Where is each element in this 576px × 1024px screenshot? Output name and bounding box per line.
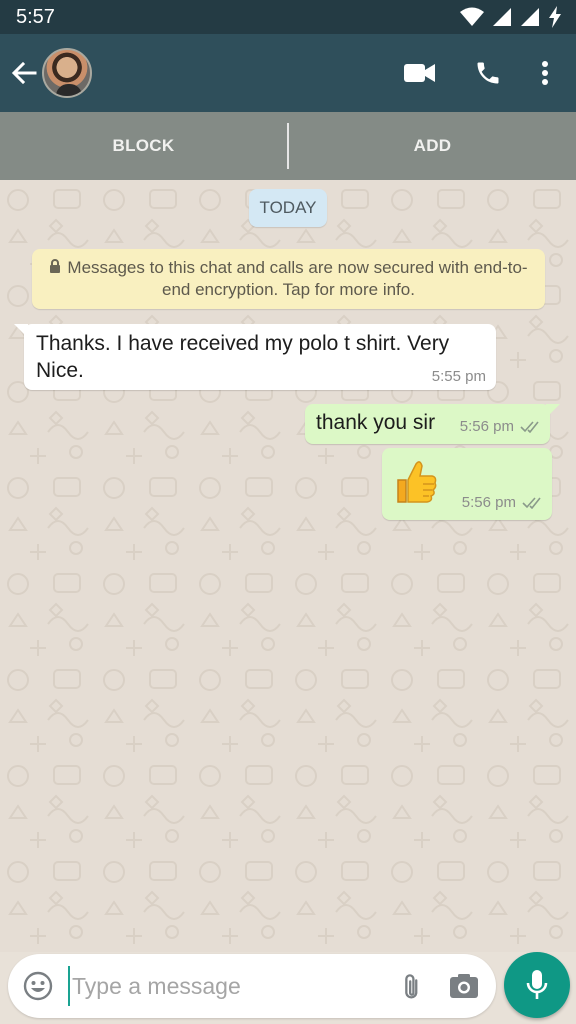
- lock-icon: [50, 259, 61, 273]
- message-outgoing[interactable]: 5:56 pm: [382, 448, 552, 520]
- attachment-icon: [405, 974, 418, 999]
- video-call-button[interactable]: [386, 34, 454, 112]
- thumbs-up-emoji: [392, 458, 438, 511]
- battery-charging-icon: [549, 6, 561, 28]
- back-button[interactable]: [4, 34, 44, 112]
- header-actions: [386, 34, 576, 112]
- contact-avatar[interactable]: [42, 48, 92, 98]
- emoji-button[interactable]: [8, 954, 68, 1018]
- message-meta: 5:56 pm: [462, 494, 542, 511]
- message-input-box: [8, 954, 496, 1018]
- signal-icon: [493, 8, 511, 26]
- message-text: thank you sir: [316, 411, 436, 434]
- status-icons: [460, 6, 562, 28]
- unknown-contact-bar: BLOCK ADD: [0, 112, 576, 180]
- date-chip: TODAY: [249, 189, 327, 227]
- message-time: 5:56 pm: [461, 494, 516, 511]
- chat-header: [0, 34, 576, 112]
- thumbs-up-icon: [397, 461, 437, 503]
- encryption-text: Messages to this chat and calls are now …: [67, 258, 528, 299]
- arrow-back-icon: [11, 61, 37, 85]
- microphone-icon: [526, 970, 548, 999]
- double-check-icon: [522, 496, 541, 509]
- add-contact-button[interactable]: ADD: [289, 112, 576, 180]
- message-time: 5:55 pm: [431, 368, 486, 385]
- bubble-tail: [546, 404, 560, 418]
- status-time: 5:57: [16, 5, 55, 28]
- video-call-icon: [404, 64, 435, 82]
- attach-button[interactable]: [386, 954, 438, 1018]
- status-bar: 5:57: [0, 0, 576, 34]
- bubble-tail: [14, 324, 28, 338]
- encryption-notice[interactable]: Messages to this chat and calls are now …: [32, 249, 545, 309]
- camera-button[interactable]: [438, 954, 490, 1018]
- block-button[interactable]: BLOCK: [0, 112, 287, 180]
- voice-record-button[interactable]: [504, 952, 570, 1018]
- emoji-icon: [23, 971, 53, 1001]
- signal-icon: [521, 8, 539, 26]
- camera-icon: [450, 974, 478, 998]
- chat-area[interactable]: TODAY Messages to this chat and calls ar…: [0, 180, 576, 952]
- double-check-icon: [520, 420, 539, 433]
- more-vert-icon: [542, 61, 548, 85]
- message-text: Thanks. I have received my polo t shirt.…: [36, 332, 450, 382]
- message-incoming[interactable]: Thanks. I have received my polo t shirt.…: [14, 324, 496, 390]
- message-outgoing[interactable]: thank you sir 5:56 pm: [305, 404, 560, 444]
- composer: [0, 952, 576, 1024]
- message-meta: 5:56 pm: [460, 418, 540, 435]
- message-time: 5:56 pm: [459, 418, 514, 435]
- voice-call-button[interactable]: [454, 34, 522, 112]
- wifi-icon: [460, 7, 484, 26]
- more-options-button[interactable]: [522, 34, 568, 112]
- message-input[interactable]: [68, 966, 386, 1006]
- voice-call-icon: [477, 62, 499, 84]
